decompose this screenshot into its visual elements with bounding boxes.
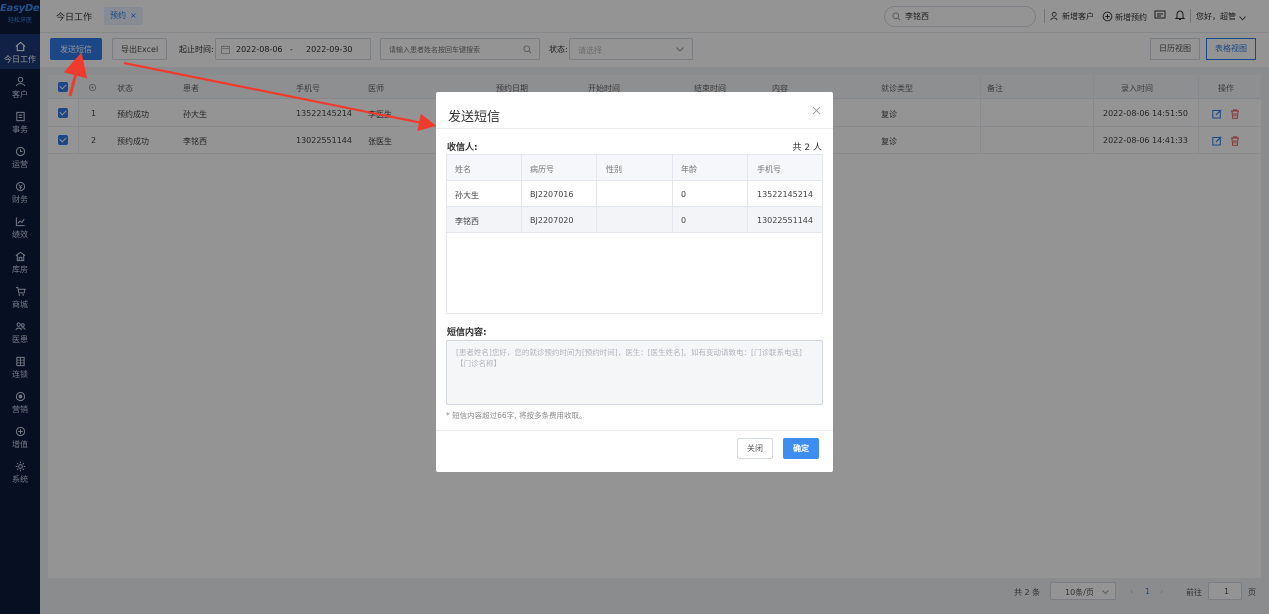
col-record-no: 病历号 bbox=[530, 165, 554, 174]
recipient-age: 0 bbox=[681, 190, 687, 199]
column-divider bbox=[521, 155, 522, 233]
recipient-row[interactable]: 孙大生 BJ2207016 0 13522145214 bbox=[447, 181, 822, 207]
divider bbox=[436, 430, 833, 431]
sms-content-textarea[interactable]: [患者姓名]您好，您的就诊预约时间为[预约时间]，医生：[医生姓名]。如有变动请… bbox=[446, 340, 823, 405]
close-icon[interactable] bbox=[812, 106, 821, 115]
recipients-label: 收信人: bbox=[447, 143, 478, 153]
recipients-table: 姓名 病历号 性别 年龄 手机号 孙大生 BJ2207016 0 1352214… bbox=[446, 154, 823, 314]
column-divider bbox=[747, 155, 748, 233]
sms-content-text: [患者姓名]您好，您的就诊预约时间为[预约时间]，医生：[医生姓名]。如有变动请… bbox=[456, 348, 802, 368]
divider bbox=[436, 128, 833, 129]
recipient-record-no: BJ2207016 bbox=[530, 190, 574, 199]
recipients-table-header: 姓名 病历号 性别 年龄 手机号 bbox=[447, 155, 822, 181]
send-sms-dialog: 发送短信 收信人: 共 2 人 姓名 病历号 性别 年龄 手机号 孙大生 BJ2… bbox=[436, 92, 833, 472]
column-divider bbox=[672, 155, 673, 233]
recipient-phone: 13022551144 bbox=[757, 216, 813, 225]
col-age: 年龄 bbox=[681, 165, 697, 174]
recipient-age: 0 bbox=[681, 216, 687, 225]
close-button[interactable]: 关闭 bbox=[737, 438, 773, 459]
recipient-name: 孙大生 bbox=[455, 191, 479, 200]
col-phone: 手机号 bbox=[757, 165, 781, 174]
recipient-phone: 13522145214 bbox=[757, 190, 813, 199]
recipient-row[interactable]: 李铭西 BJ2207020 0 13022551144 bbox=[447, 207, 822, 233]
dialog-title: 发送短信 bbox=[448, 110, 501, 125]
col-name: 姓名 bbox=[455, 165, 471, 174]
recipients-count: 共 2 人 bbox=[792, 143, 822, 153]
recipient-record-no: BJ2207020 bbox=[530, 216, 574, 225]
column-divider bbox=[596, 155, 597, 233]
recipient-name: 李铭西 bbox=[455, 217, 479, 226]
sms-content-label: 短信内容: bbox=[447, 328, 487, 338]
col-gender: 性别 bbox=[606, 165, 622, 174]
sms-length-hint: * 短信内容超过66字, 将按多条费用收取。 bbox=[446, 411, 587, 420]
confirm-button[interactable]: 确定 bbox=[783, 438, 819, 459]
